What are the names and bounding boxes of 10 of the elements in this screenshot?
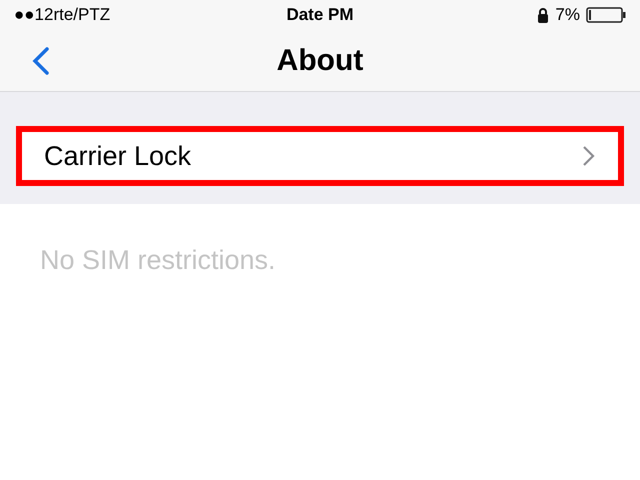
lock-icon	[537, 7, 550, 23]
battery-text: 7%	[555, 4, 580, 26]
back-icon	[31, 47, 51, 75]
time-text: Date PM	[285, 4, 355, 26]
settings-row[interactable]: Carrier Lock	[16, 126, 624, 186]
chevron-icon	[582, 145, 596, 167]
nav-title: About	[276, 43, 364, 79]
carrier-text: ●●12rte/PTZ	[14, 4, 112, 26]
battery-icon	[586, 7, 626, 23]
footer-text: No SIM restrictions.	[40, 245, 276, 275]
